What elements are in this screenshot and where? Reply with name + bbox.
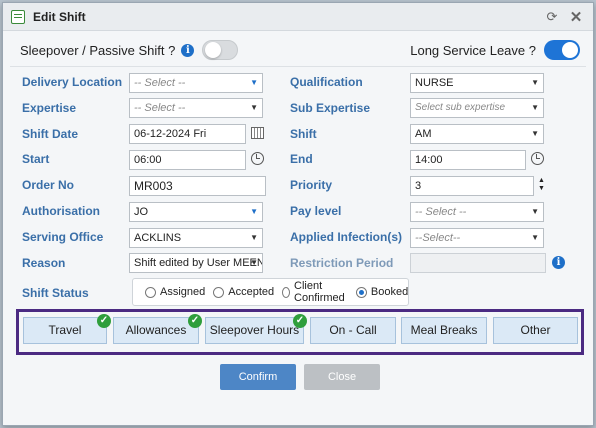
priority-spinner[interactable]: ▲ ▼	[538, 177, 545, 193]
close-button[interactable]: Close	[304, 364, 380, 390]
sleepover-label: Sleepover / Passive Shift ?	[20, 42, 176, 58]
authorisation-label: Authorisation	[22, 204, 100, 218]
sleepover-toggle[interactable]	[202, 40, 239, 60]
end-time-input[interactable]: 14:00	[410, 150, 526, 170]
priority-label: Priority	[290, 178, 333, 192]
info-icon[interactable]: i	[181, 43, 195, 57]
qualification-label: Qualification	[290, 75, 363, 89]
meal-breaks-button[interactable]: Meal Breaks	[401, 317, 487, 344]
allowances-button[interactable]: Allowances	[113, 317, 199, 344]
travel-button[interactable]: Travel	[23, 317, 107, 344]
delivery-location-select[interactable]: -- Select --	[129, 73, 263, 93]
delivery-location-label: Delivery Location	[22, 75, 123, 89]
other-button[interactable]: Other	[493, 317, 578, 344]
applied-infections-select[interactable]: --Select--	[410, 228, 544, 248]
check-icon: ✓	[97, 314, 111, 328]
end-label: End	[290, 152, 313, 166]
order-no-input[interactable]: MR003	[129, 176, 266, 196]
shift-label: Shift	[290, 127, 317, 141]
expertise-label: Expertise	[22, 101, 77, 115]
restriction-period-input	[410, 253, 546, 273]
start-time-input[interactable]: 06:00	[129, 150, 246, 170]
dialog-title: Edit Shift	[33, 9, 86, 24]
status-option-accepted[interactable]: Accepted	[213, 286, 274, 298]
check-icon: ✓	[293, 314, 307, 328]
clock-icon[interactable]	[251, 152, 264, 165]
shift-select[interactable]: AM	[410, 124, 544, 144]
start-label: Start	[22, 152, 50, 166]
authorisation-select[interactable]: JO	[129, 202, 263, 222]
form-icon	[11, 9, 25, 24]
status-option-assigned[interactable]: Assigned	[145, 286, 205, 298]
qualification-select[interactable]: NURSE	[410, 73, 544, 93]
check-icon: ✓	[188, 314, 202, 328]
info-icon[interactable]: i	[552, 256, 565, 269]
shift-status-label: Shift Status	[22, 286, 89, 300]
sub-expertise-select[interactable]: Select sub expertise	[410, 98, 544, 118]
status-option-booked[interactable]: Booked	[355, 286, 408, 298]
priority-input[interactable]: 3	[410, 176, 534, 196]
shift-date-label: Shift Date	[22, 127, 79, 141]
restriction-period-label: Restriction Period	[290, 256, 394, 270]
calendar-icon[interactable]	[251, 127, 264, 139]
sub-expertise-label: Sub Expertise	[290, 101, 371, 115]
reason-select[interactable]: Shift edited by User MEEN	[129, 253, 263, 273]
shift-status-radio-group: Assigned Accepted Client Confirmed Booke…	[132, 278, 409, 306]
applied-infections-label: Applied Infection(s)	[290, 230, 402, 244]
order-no-label: Order No	[22, 178, 75, 192]
reason-label: Reason	[22, 256, 66, 270]
serving-office-label: Serving Office	[22, 230, 104, 244]
confirm-button[interactable]: Confirm	[220, 364, 296, 390]
pay-level-select[interactable]: -- Select --	[410, 202, 544, 222]
on-call-button[interactable]: On - Call	[310, 317, 396, 344]
pay-level-label: Pay level	[290, 204, 342, 218]
toggle-row: Sleepover / Passive Shift ? i Long Servi…	[20, 38, 580, 62]
divider	[10, 66, 586, 67]
dialog-titlebar: Edit Shift ⟳ ✕	[3, 3, 593, 31]
status-option-client-confirmed[interactable]: Client Confirmed	[282, 280, 348, 304]
long-service-leave-toggle[interactable]	[544, 40, 580, 60]
sleepover-hours-button[interactable]: Sleepover Hours	[205, 317, 304, 344]
shift-date-input[interactable]: 06-12-2024 Fri	[129, 124, 246, 144]
long-service-leave-label: Long Service Leave ?	[410, 42, 536, 58]
clock-icon[interactable]	[531, 152, 544, 165]
expertise-select[interactable]: -- Select --	[129, 98, 263, 118]
refresh-icon[interactable]: ⟳	[543, 9, 561, 25]
close-icon[interactable]: ✕	[567, 8, 585, 26]
serving-office-select[interactable]: ACKLINS	[129, 228, 263, 248]
